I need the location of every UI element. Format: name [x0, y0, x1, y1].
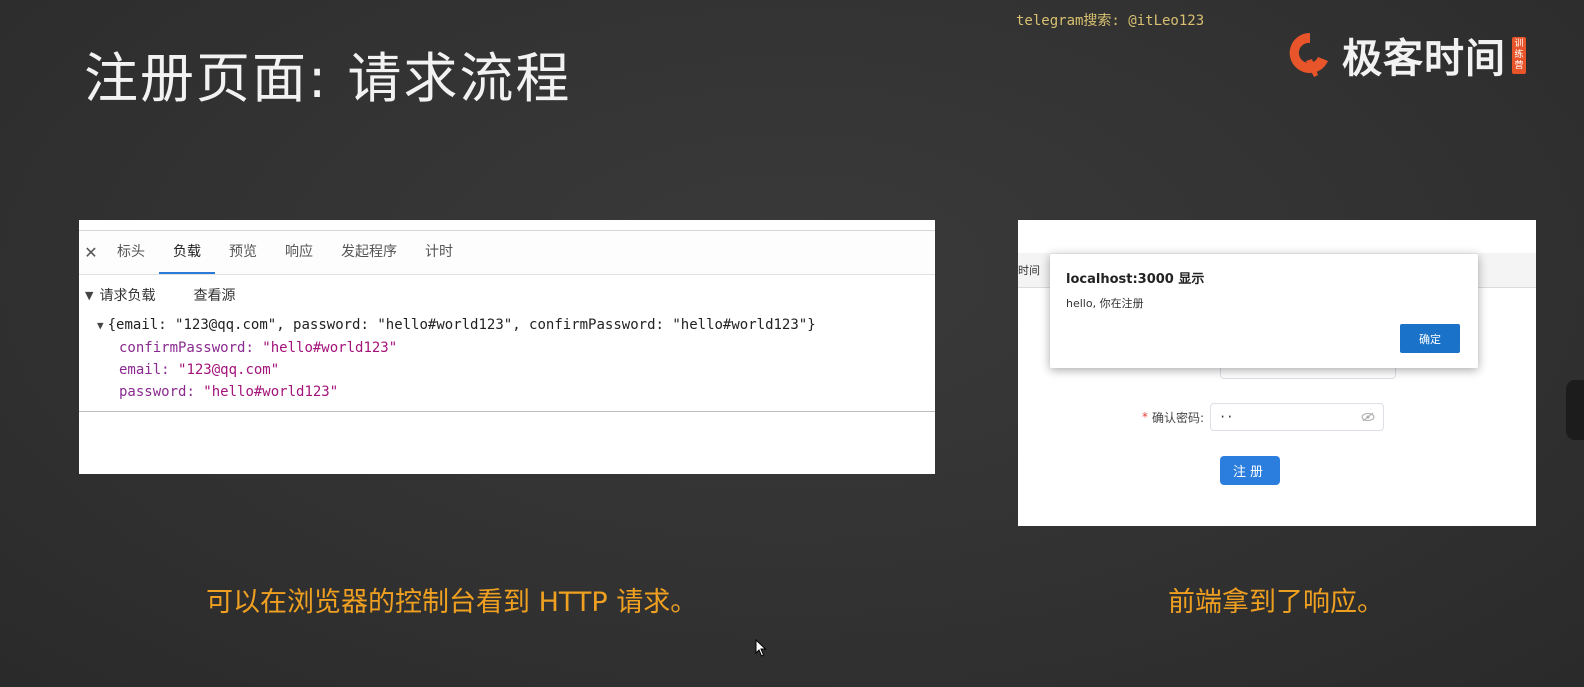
payload-field-row: confirmPassword: "hello#world123" [119, 340, 398, 356]
alert-ok-button[interactable]: 确定 [1400, 324, 1460, 353]
alert-message: hello, 你在注册 [1066, 297, 1144, 310]
confirm-password-row: * 确认密码: ·· [1142, 403, 1385, 431]
brand-badge: 训练营 [1512, 36, 1526, 74]
field-key: email [119, 362, 162, 378]
payload-object-row[interactable]: ▼ {email: "123@qq.com", password: "hello#… [79, 317, 935, 333]
caption-right: 前端拿到了响应。 [1168, 587, 1384, 618]
field-key: password [119, 384, 187, 400]
slide-title: 注册页面: 请求流程 [84, 47, 572, 110]
required-asterisk: * [1142, 410, 1148, 424]
devtools-panel: ✕ 标头 负载 预览 响应 发起程序 计时 ▼ 请求负载 查看源 ▼ {email… [79, 220, 935, 474]
brand-name: 极客时间 [1342, 36, 1506, 82]
side-handle [1566, 380, 1584, 440]
alert-dialog: localhost:3000 显示 hello, 你在注册 确定 [1050, 254, 1478, 368]
view-source-link[interactable]: 查看源 [193, 285, 235, 305]
tab-payload[interactable]: 负载 [159, 231, 215, 274]
geektime-logo-icon [1289, 32, 1328, 77]
tab-timing[interactable]: 计时 [411, 231, 467, 274]
eye-off-icon[interactable] [1361, 412, 1375, 422]
field-value: "hello#world123" [203, 384, 339, 400]
tab-response[interactable]: 响应 [271, 231, 327, 274]
payload-summary: {email: "123@qq.com", password: "hello#w… [107, 317, 816, 333]
devtools-tab-bar: ✕ 标头 负载 预览 响应 发起程序 计时 [79, 231, 935, 275]
tab-headers[interactable]: 标头 [103, 231, 159, 274]
request-payload-section[interactable]: ▼ 请求负载 查看源 [79, 275, 935, 305]
request-payload-label: 请求负载 [99, 288, 156, 304]
payload-field-row: email: "123@qq.com" [119, 362, 280, 378]
tab-preview[interactable]: 预览 [215, 231, 271, 274]
field-value: "hello#world123" [262, 340, 398, 356]
devtools-top-border [79, 220, 935, 231]
caption-left: 可以在浏览器的控制台看到 HTTP 请求。 [206, 587, 698, 618]
browser-panel: 时间 * 确认密码: ·· 注册 localhost:3000 显示 hello… [1018, 220, 1536, 526]
confirm-password-label: 确认密码: [1152, 410, 1205, 425]
mouse-cursor-icon [755, 639, 767, 657]
brand-logo-group: 极客时间 训练营 [1288, 26, 1526, 84]
triangle-down-icon[interactable]: ▼ [97, 319, 104, 332]
confirm-password-value: ·· [1219, 410, 1234, 424]
payload-field-row: password: "hello#world123" [119, 384, 339, 400]
nav-bar-text: 时间 [1018, 264, 1040, 277]
tab-initiator[interactable]: 发起程序 [327, 231, 411, 274]
field-value: "123@qq.com" [178, 362, 280, 378]
field-key: confirmPassword [119, 340, 246, 356]
triangle-down-icon[interactable]: ▼ [85, 289, 93, 302]
devtools-divider [79, 411, 935, 412]
register-button[interactable]: 注册 [1220, 456, 1280, 485]
watermark-text: telegram搜索: @itLeo123 [1016, 13, 1205, 29]
alert-title: localhost:3000 显示 [1066, 272, 1205, 287]
confirm-password-input[interactable]: ·· [1210, 403, 1385, 431]
close-icon[interactable]: ✕ [79, 243, 103, 262]
